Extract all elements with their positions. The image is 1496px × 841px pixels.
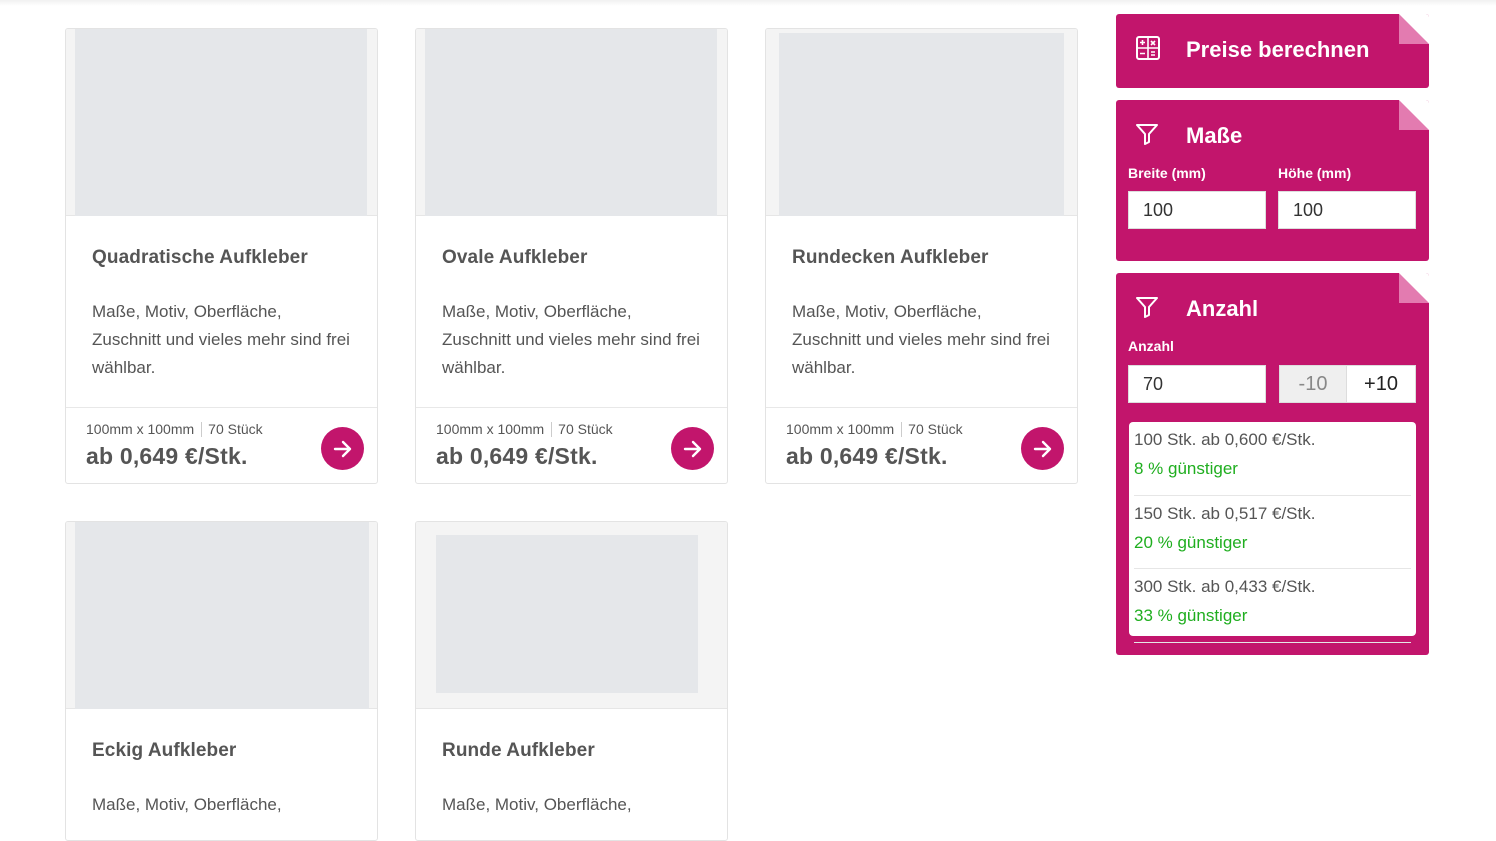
product-qty: 70 Stück — [208, 421, 263, 437]
product-title: Eckig Aufkleber — [92, 740, 237, 761]
product-title: Quadratische Aufkleber — [92, 247, 308, 268]
product-card-rund[interactable]: Runde Aufkleber Maße, Motiv, Oberfläche, — [415, 521, 728, 841]
product-description: Maße, Motiv, Oberfläche, Zuschnitt und v… — [792, 302, 1050, 377]
arrow-right-button[interactable] — [1021, 427, 1064, 470]
arrow-right-button[interactable] — [671, 427, 714, 470]
arrow-right-button[interactable] — [321, 427, 364, 470]
product-title: Rundecken Aufkleber — [792, 247, 989, 268]
product-description: Maße, Motiv, Oberfläche, — [442, 795, 632, 814]
product-card-eckig[interactable]: Eckig Aufkleber Maße, Motiv, Oberfläche, — [65, 521, 378, 841]
price-tier[interactable]: 100 Stk. ab 0,600 €/Stk. 8 % günstiger — [1134, 422, 1411, 496]
quantity-label: Anzahl — [1128, 338, 1174, 354]
filter-icon — [1136, 124, 1158, 145]
price-tier[interactable]: 300 Stk. ab 0,433 €/Stk. 33 % günstiger — [1134, 569, 1411, 643]
arrow-right-icon — [683, 440, 701, 457]
tier-saving: 20 % günstiger — [1134, 532, 1248, 552]
product-qty: 70 Stück — [558, 421, 613, 437]
top-shadow — [0, 0, 1496, 6]
product-title: Ovale Aufkleber — [442, 247, 588, 268]
product-card-rundecken[interactable]: Rundecken Aufkleber Maße, Motiv, Oberflä… — [765, 28, 1078, 484]
product-qty: 70 Stück — [908, 421, 963, 437]
calculator-icon — [1136, 36, 1160, 60]
product-description: Maße, Motiv, Oberfläche, — [92, 795, 282, 814]
tier-price: 150 Stk. ab 0,517 €/Stk. — [1134, 503, 1316, 523]
product-footer: 100mm x 100mm 70 Stück ab 0,649 €/Stk. — [66, 407, 377, 483]
product-card-oval[interactable]: Ovale Aufkleber Maße, Motiv, Oberfläche,… — [415, 28, 728, 484]
height-label: Höhe (mm) — [1278, 165, 1352, 181]
product-image — [416, 522, 727, 709]
tier-saving: 8 % günstiger — [1134, 459, 1238, 478]
product-price: ab 0,649 €/Stk. — [436, 443, 598, 469]
product-image — [66, 29, 377, 216]
filter-icon — [1136, 297, 1158, 318]
quantity-stepper: -10 +10 — [1279, 365, 1416, 403]
width-label: Breite (mm) — [1128, 165, 1206, 181]
product-card-quadratisch[interactable]: Quadratische Aufkleber Maße, Motiv, Ober… — [65, 28, 378, 484]
arrow-right-icon — [333, 440, 351, 457]
product-size: 100mm x 100mm — [86, 421, 195, 437]
plus-ten-button[interactable]: +10 — [1347, 365, 1416, 403]
price-tier[interactable]: 150 Stk. ab 0,517 €/Stk. 20 % günstiger — [1134, 496, 1411, 569]
product-image — [66, 522, 377, 709]
tier-saving: 33 % günstiger — [1134, 606, 1248, 625]
product-image — [766, 29, 1077, 216]
height-input[interactable]: 100 — [1278, 191, 1416, 229]
product-price: ab 0,649 €/Stk. — [786, 443, 948, 469]
tier-price: 100 Stk. ab 0,600 €/Stk. — [1134, 430, 1316, 449]
product-image — [416, 29, 727, 216]
quantity-input[interactable]: 70 — [1128, 365, 1266, 403]
product-price: ab 0,649 €/Stk. — [86, 443, 248, 469]
calculate-prices-panel[interactable]: Preise berechnen — [1116, 14, 1429, 88]
arrow-right-icon — [1033, 440, 1051, 457]
product-footer: 100mm x 100mm 70 Stück ab 0,649 €/Stk. — [416, 407, 727, 483]
price-tiers-list: 100 Stk. ab 0,600 €/Stk. 8 % günstiger 1… — [1129, 422, 1416, 643]
product-title: Runde Aufkleber — [442, 740, 595, 761]
quantity-title: Anzahl — [1186, 296, 1259, 321]
product-size: 100mm x 100mm — [436, 421, 545, 437]
product-footer: 100mm x 100mm 70 Stück ab 0,649 €/Stk. — [766, 407, 1077, 483]
dimensions-panel: Maße Breite (mm) Höhe (mm) 100 100 — [1116, 100, 1429, 261]
quantity-panel: Anzahl Anzahl 70 -10 +10 100 Stk. ab 0,6… — [1116, 273, 1429, 655]
product-description: Maße, Motiv, Oberfläche, Zuschnitt und v… — [442, 302, 700, 377]
minus-ten-button[interactable]: -10 — [1279, 365, 1347, 403]
product-size: 100mm x 100mm — [786, 421, 895, 437]
product-description: Maße, Motiv, Oberfläche, Zuschnitt und v… — [92, 302, 350, 377]
calculate-prices-title: Preise berechnen — [1186, 37, 1370, 62]
tier-price: 300 Stk. ab 0,433 €/Stk. — [1134, 577, 1316, 596]
width-input[interactable]: 100 — [1128, 191, 1266, 229]
dimensions-title: Maße — [1186, 123, 1243, 148]
